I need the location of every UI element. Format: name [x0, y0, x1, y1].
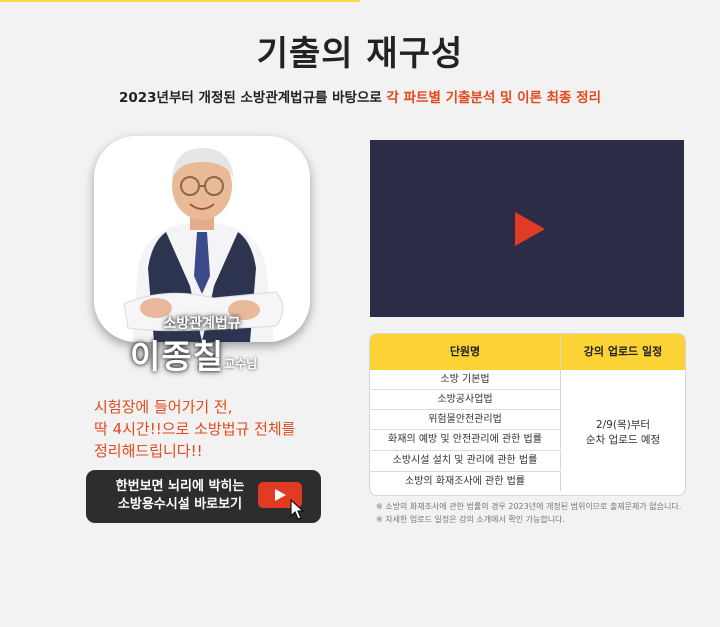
instructor-illustration [94, 136, 310, 342]
preview-button-label: 한번보면 뇌리에 박히는 소방용수시설 바로보기 [100, 478, 260, 514]
table-header-unit: 단원명 [370, 334, 561, 370]
subtitle-prefix: 2023년부터 개정된 소방관계법규를 바탕으로 [118, 90, 382, 106]
table-row: 소방공사업법 [370, 389, 561, 409]
lecture-schedule-table: 단원명 강의 업로드 일정 소방 기본법 소방공사업법 위험물안전관리법 화재의… [369, 333, 686, 496]
table-row: 소방 기본법 [370, 370, 561, 389]
description-line: 딱 4시간!!으로 소방법규 전체를 [94, 420, 296, 438]
table-row: 위험물안전관리법 [370, 409, 561, 429]
preview-button-line: 소방용수시설 바로보기 [117, 497, 243, 512]
description-line: 시험장에 들어가기 전, [94, 398, 233, 416]
table-row: 소방시설 설치 및 관리에 관한 법률 [370, 450, 561, 470]
instructor-name-block: 이종칠교수님 [130, 330, 257, 378]
page-title: 기출의 재구성 [256, 34, 464, 74]
play-icon[interactable] [515, 212, 545, 246]
table-row: 소방의 화재조사에 관한 법률 [370, 471, 561, 491]
video-player[interactable] [370, 140, 684, 317]
schedule-line: 2/9(목)부터 [595, 418, 651, 431]
schedule-line: 순차 업로드 예정 [585, 433, 661, 446]
description-line: 정리해드립니다!! [94, 442, 203, 460]
table-header-schedule: 강의 업로드 일정 [561, 334, 685, 370]
instructor-photo [94, 136, 310, 342]
subtitle-highlight: 각 파트별 기출분석 및 이론 최종 정리 [386, 90, 602, 106]
preview-video-button[interactable]: 한번보면 뇌리에 박히는 소방용수시설 바로보기 [86, 470, 321, 523]
course-description: 시험장에 들어가기 전, 딱 4시간!!으로 소방법규 전체를 정리해드립니다!… [94, 396, 354, 462]
table-row: 화재의 예방 및 안전관리에 관한 법률 [370, 429, 561, 449]
cursor-pointer-icon [290, 499, 304, 520]
instructor-name: 이종칠 [130, 337, 225, 376]
page-subtitle: 2023년부터 개정된 소방관계법규를 바탕으로 각 파트별 기출분석 및 이론… [0, 86, 720, 106]
top-accent-line [0, 0, 360, 2]
footnote: ※ 소방의 화재조사에 관한 법률의 경우 2023년에 개정된 범위이므로 출… [376, 502, 682, 511]
footnote: ※ 자세한 업로드 일정은 강의 소개에서 확인 가능합니다. [376, 515, 565, 524]
schedule-cell: 2/9(목)부터 순차 업로드 예정 [561, 370, 685, 495]
instructor-title: 교수님 [224, 357, 258, 371]
preview-button-line: 한번보면 뇌리에 박히는 [115, 479, 245, 494]
